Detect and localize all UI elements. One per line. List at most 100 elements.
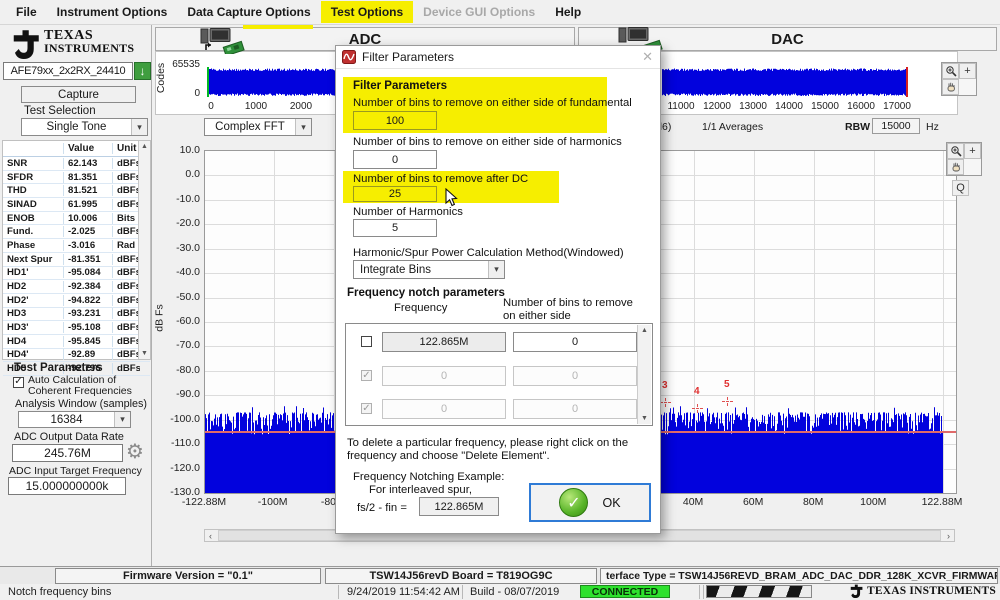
- scroll-left-icon[interactable]: ‹: [205, 531, 216, 541]
- result-unit: Rad: [112, 240, 140, 251]
- adc-rate-input[interactable]: 245.76M: [12, 444, 123, 462]
- test-selection-select[interactable]: Single Tone ▾: [21, 118, 148, 136]
- notch-scrollbar[interactable]: ▲ ▼: [637, 325, 651, 424]
- zoom-magnifier-icon[interactable]: [947, 143, 964, 159]
- zoom-in-button[interactable]: +: [964, 143, 981, 159]
- table-row[interactable]: Phase-3.016Rad: [3, 239, 150, 253]
- dialog-title-bar[interactable]: Filter Parameters ✕: [336, 46, 660, 69]
- sidebar: Texas Instruments AFE79xx_2x2RX_24410 ↓ …: [0, 25, 152, 566]
- result-value: -3.016: [63, 240, 112, 251]
- notch-col-bins-2: on either side: [503, 310, 571, 322]
- menu-item-device-gui-options[interactable]: Device GUI Options: [413, 1, 545, 23]
- ok-button[interactable]: ✓ OK: [529, 483, 651, 522]
- result-name: THD: [3, 185, 63, 196]
- table-row[interactable]: HD2'-94.822dBFs: [3, 294, 150, 308]
- footer-brand-text: Texas Instruments: [867, 585, 996, 597]
- menu-item-data-capture-options[interactable]: Data Capture Options: [177, 1, 320, 23]
- col-value[interactable]: Value: [63, 143, 112, 154]
- scroll-right-icon[interactable]: ›: [943, 531, 954, 541]
- analysis-window-select[interactable]: 16384 ▾: [18, 411, 131, 428]
- menu-item-instrument-options[interactable]: Instrument Options: [47, 1, 178, 23]
- notch-row-checkbox[interactable]: ✓: [361, 370, 372, 381]
- table-row[interactable]: SFDR81.351dBFs: [3, 171, 150, 185]
- fft-mode-select[interactable]: Complex FFT ▾: [204, 118, 312, 136]
- auto-calc-checkbox[interactable]: ✓: [13, 375, 24, 388]
- y-tick-label: -10.0: [156, 193, 200, 205]
- table-row[interactable]: HD3'-95.108dBFs: [3, 321, 150, 335]
- fundamental-bins-input[interactable]: 100: [353, 111, 437, 130]
- harmonics-bins-input[interactable]: 0: [353, 150, 437, 169]
- device-load-button[interactable]: ↓: [134, 62, 151, 80]
- menu-item-test-options[interactable]: Test Options: [321, 1, 413, 23]
- pan-hand-icon[interactable]: [942, 79, 959, 95]
- result-name: HD3: [3, 308, 63, 319]
- table-row[interactable]: ENOB10.006Bits: [3, 212, 150, 226]
- ok-label: OK: [602, 496, 620, 510]
- y-tick-label: -90.0: [156, 388, 200, 400]
- scroll-down-icon[interactable]: ▼: [139, 348, 150, 359]
- gear-icon[interactable]: ⚙: [126, 439, 144, 464]
- chevron-down-icon: ▾: [114, 412, 130, 427]
- method-select[interactable]: Integrate Bins ▾: [353, 260, 505, 279]
- adc-rate-label: ADC Output Data Rate: [14, 431, 124, 443]
- table-row[interactable]: Next Spur-81.351dBFs: [3, 253, 150, 267]
- table-row[interactable]: HD4'-92.89dBFs: [3, 349, 150, 363]
- result-name: Phase: [3, 240, 63, 251]
- delete-note-2: frequency and choose "Delete Element".: [347, 450, 550, 462]
- notch-bins-input[interactable]: 0: [513, 332, 637, 352]
- dc-bins-input[interactable]: 25: [353, 186, 437, 202]
- scroll-up-icon[interactable]: ▲: [639, 325, 650, 336]
- table-row[interactable]: SINAD61.995dBFs: [3, 198, 150, 212]
- table-row[interactable]: Fund.-2.025dBFs: [3, 225, 150, 239]
- close-icon[interactable]: ✕: [642, 49, 653, 65]
- notch-row-checkbox[interactable]: ✓: [361, 403, 372, 414]
- capture-button[interactable]: Capture: [21, 86, 136, 103]
- notch-frequency-input[interactable]: 122.865M: [382, 332, 506, 352]
- adc-y-axis-label: Codes: [155, 63, 167, 93]
- menu-item-help[interactable]: Help: [545, 1, 591, 23]
- table-row[interactable]: SNR62.143dBFs: [3, 157, 150, 171]
- result-value: -2.025: [63, 226, 112, 237]
- notch-bins-input: 0: [513, 366, 637, 386]
- q-cursor-button[interactable]: Q: [952, 180, 969, 196]
- harmonics-bins-label: Number of bins to remove on either side …: [353, 136, 622, 148]
- adc-input-freq-input[interactable]: 15.000000000k: [8, 477, 126, 495]
- status-bar: Firmware Version = "0.1" TSW14J56revD Bo…: [0, 566, 1000, 585]
- pan-hand-icon[interactable]: [947, 159, 964, 175]
- divider: [338, 585, 339, 599]
- table-row[interactable]: HD3-93.231dBFs: [3, 308, 150, 322]
- scroll-down-icon[interactable]: ▼: [639, 413, 650, 424]
- device-select-input[interactable]: AFE79xx_2x2RX_24410: [3, 62, 133, 80]
- rbw-label: RBW: [845, 121, 870, 133]
- x-tick-label: -122.88M: [174, 496, 234, 508]
- result-unit: dBFs: [112, 349, 140, 360]
- result-name: HD2: [3, 281, 63, 292]
- result-value: -95.108: [63, 322, 112, 333]
- table-row[interactable]: HD2-92.384dBFs: [3, 280, 150, 294]
- notch-row-checkbox[interactable]: [361, 336, 372, 347]
- x-tick-label: 122.88M: [912, 496, 972, 508]
- harmonic-marker-cross-icon: [722, 397, 733, 406]
- board-serial-box: TSW14J56revD Board = T819OG9C: [325, 568, 597, 584]
- scroll-up-icon[interactable]: ▲: [139, 141, 150, 152]
- table-row[interactable]: THD81.521dBFs: [3, 184, 150, 198]
- menu-item-file[interactable]: File: [6, 1, 47, 23]
- num-harmonics-input[interactable]: 5: [353, 219, 437, 237]
- result-name: ENOB: [3, 213, 63, 224]
- table-row[interactable]: HD4-95.845dBFs: [3, 335, 150, 349]
- dac-zoom-controls: +: [941, 62, 977, 96]
- connected-badge: CONNECTED: [580, 585, 670, 598]
- zoom-in-button[interactable]: +: [959, 63, 976, 79]
- results-scrollbar[interactable]: ▲ ▼: [138, 141, 150, 359]
- table-row[interactable]: HD1'-95.084dBFs: [3, 267, 150, 281]
- example-value-input[interactable]: 122.865M: [419, 497, 499, 516]
- menu-bar: FileInstrument OptionsData Capture Optio…: [0, 0, 1000, 25]
- delete-note-1: To delete a particular frequency, please…: [347, 437, 628, 449]
- harmonic-marker-label: 4: [694, 386, 700, 397]
- zoom-magnifier-icon[interactable]: [942, 63, 959, 79]
- col-unit[interactable]: Unit▼: [112, 143, 140, 154]
- y-tick-label: -50.0: [156, 291, 200, 303]
- rbw-input[interactable]: 15000: [872, 118, 920, 134]
- footer-build: Build - 08/07/2019: [470, 586, 559, 598]
- result-name: SNR: [3, 158, 63, 169]
